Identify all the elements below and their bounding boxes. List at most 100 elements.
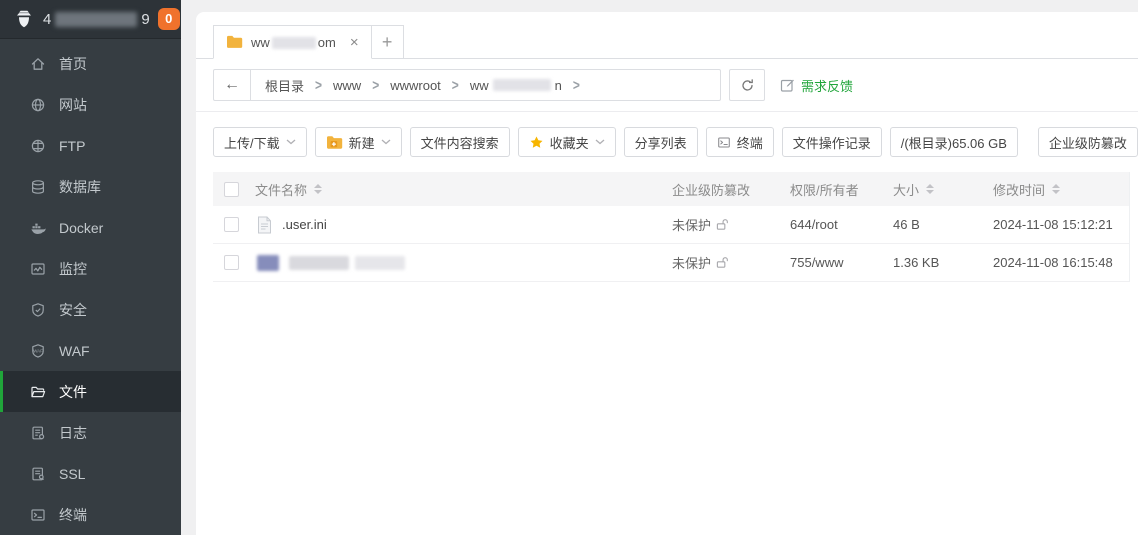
sidebar-item-label: 文件 — [59, 382, 87, 402]
sidebar: 49 0 首页 网站 FTP 数据库 Docker 监控 安全 — [0, 0, 181, 535]
table-row: 未保护 755/www 1.36 KB 2024-11-08 16:15:48 — [213, 244, 1129, 282]
toolbar: 上传/下载 新建 文件内容搜索 收藏夹 分享列表 终端 文件操作记录 /(根目录… — [196, 112, 1138, 172]
column-header-tamper: 企业级防篡改 — [672, 180, 790, 199]
breadcrumb-separator: > — [372, 77, 379, 94]
feedback-link[interactable]: 需求反馈 — [780, 76, 853, 95]
column-header-size[interactable]: 大小 — [893, 180, 993, 199]
breadcrumb-wwwroot[interactable]: wwwroot — [390, 78, 441, 93]
sidebar-item-ftp[interactable]: FTP — [0, 125, 181, 166]
breadcrumb-separator: > — [452, 77, 459, 94]
row-checkbox[interactable] — [224, 255, 239, 270]
breadcrumb-separator: > — [315, 77, 322, 94]
sidebar-header: 49 0 — [0, 0, 181, 39]
sidebar-item-ssl[interactable]: SSL — [0, 453, 181, 494]
breadcrumb-www[interactable]: www — [333, 78, 361, 93]
file-table: 文件名称 企业级防篡改 权限/所有者 大小 修改时间 .user — [213, 172, 1130, 282]
breadcrumb-site-dir[interactable]: wwn — [470, 78, 562, 93]
sort-icon[interactable] — [314, 184, 322, 194]
tab-close-icon[interactable]: × — [350, 35, 359, 50]
content-search-button[interactable]: 文件内容搜索 — [410, 127, 510, 157]
refresh-icon — [740, 78, 755, 93]
sidebar-item-website[interactable]: 网站 — [0, 84, 181, 125]
chevron-down-icon — [381, 139, 391, 145]
docker-icon — [30, 220, 46, 236]
ftp-globe-icon — [30, 138, 46, 154]
sidebar-item-docker[interactable]: Docker — [0, 207, 181, 248]
modified-time: 2024-11-08 15:12:21 — [993, 217, 1129, 232]
panel-logo-icon — [13, 8, 35, 30]
globe-icon — [30, 97, 46, 113]
new-tab-button[interactable]: + — [371, 25, 404, 59]
select-all-checkbox[interactable] — [224, 182, 239, 197]
breadcrumb: 根目录 > www > wwwroot > wwn > — [251, 70, 594, 100]
share-list-button[interactable]: 分享列表 — [624, 127, 698, 157]
tab-title: wwom — [251, 35, 336, 50]
unlock-icon — [716, 256, 729, 269]
tamper-proof-button[interactable]: 企业级防篡改 — [1038, 127, 1138, 157]
file-size: 1.36 KB — [893, 255, 993, 270]
file-name[interactable]: .user.ini — [282, 217, 327, 232]
file-size: 46 B — [893, 217, 993, 232]
sidebar-item-home[interactable]: 首页 — [0, 43, 181, 84]
feedback-label: 需求反馈 — [801, 76, 853, 95]
sidebar-item-label: 终端 — [59, 505, 87, 525]
sidebar-item-label: 数据库 — [59, 177, 101, 197]
sidebar-item-label: Docker — [59, 220, 103, 236]
column-header-permission: 权限/所有者 — [790, 180, 893, 199]
row-checkbox[interactable] — [224, 217, 239, 232]
redacted-file-name[interactable] — [289, 256, 349, 270]
permission-owner: 755/www — [790, 255, 893, 270]
tab-active-directory[interactable]: wwom × — [213, 25, 372, 59]
terminal-button[interactable]: 终端 — [706, 127, 774, 157]
redacted-file-name — [355, 256, 405, 270]
chevron-down-icon — [286, 139, 296, 145]
sidebar-item-security[interactable]: 安全 — [0, 289, 181, 330]
sidebar-item-waf[interactable]: WAF WAF — [0, 330, 181, 371]
upload-download-button[interactable]: 上传/下载 — [213, 127, 307, 157]
sidebar-item-label: SSL — [59, 466, 85, 482]
back-button[interactable]: ← — [214, 70, 251, 100]
sidebar-item-terminal[interactable]: 终端 — [0, 494, 181, 535]
chevron-down-icon — [595, 139, 605, 145]
sidebar-item-label: FTP — [59, 138, 85, 154]
server-title: 49 — [43, 11, 150, 28]
file-manager-card: wwom × + ← 根目录 > www > wwwroot > wwn > — [196, 12, 1138, 535]
sort-icon[interactable] — [926, 184, 934, 194]
sidebar-item-label: WAF — [59, 343, 90, 359]
sidebar-item-label: 监控 — [59, 259, 87, 279]
favorites-button[interactable]: 收藏夹 — [518, 127, 616, 157]
table-row: .user.ini 未保护 644/root 46 B 2024-11-08 1… — [213, 206, 1129, 244]
unlock-icon — [716, 218, 729, 231]
database-icon — [30, 179, 46, 195]
redacted-server-name — [55, 12, 137, 27]
main-area: wwom × + ← 根目录 > www > wwwroot > wwn > — [181, 0, 1138, 535]
file-operation-log-button[interactable]: 文件操作记录 — [782, 127, 882, 157]
redacted-breadcrumb — [493, 79, 551, 91]
column-header-mtime[interactable]: 修改时间 — [993, 180, 1129, 199]
modified-time: 2024-11-08 16:15:48 — [993, 255, 1129, 270]
redacted-file-icon — [257, 255, 279, 271]
file-doc-icon — [257, 216, 272, 234]
disk-usage-button[interactable]: /(根目录)65.06 GB — [890, 127, 1018, 157]
star-icon — [529, 135, 544, 150]
sidebar-item-files[interactable]: 文件 — [0, 371, 181, 412]
feedback-note-icon — [780, 78, 795, 93]
svg-text:WAF: WAF — [33, 348, 43, 353]
home-icon — [30, 56, 46, 72]
waf-shield-icon: WAF — [30, 343, 46, 359]
sort-icon[interactable] — [1052, 184, 1060, 194]
shield-check-icon — [30, 302, 46, 318]
column-header-filename[interactable]: 文件名称 — [255, 180, 672, 199]
message-count-badge[interactable]: 0 — [158, 8, 180, 30]
sidebar-item-label: 日志 — [59, 423, 87, 443]
terminal-icon — [717, 136, 731, 149]
sidebar-menu: 首页 网站 FTP 数据库 Docker 监控 安全 WAF WAF — [0, 39, 181, 535]
refresh-button[interactable] — [729, 69, 765, 101]
sidebar-item-monitor[interactable]: 监控 — [0, 248, 181, 289]
sidebar-item-database[interactable]: 数据库 — [0, 166, 181, 207]
new-folder-icon — [326, 135, 343, 150]
sidebar-item-logs[interactable]: 日志 — [0, 412, 181, 453]
breadcrumb-root[interactable]: 根目录 — [265, 76, 304, 95]
redacted-tab-title — [272, 37, 316, 49]
new-item-button[interactable]: 新建 — [315, 127, 402, 157]
